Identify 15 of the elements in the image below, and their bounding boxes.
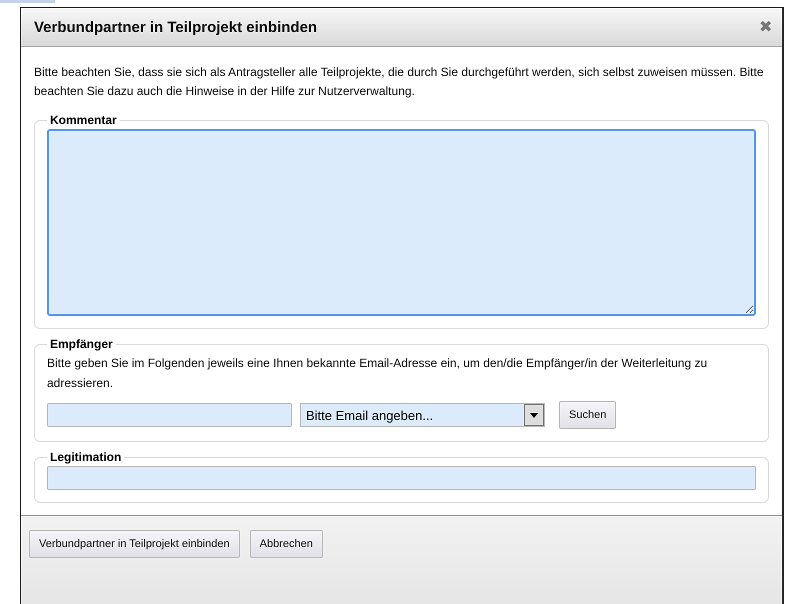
footer-button[interactable]: Verbundpartner in Teilprojekt einbinden [29, 530, 240, 558]
intro-text: Bitte beachten Sie, dass sie sich als Antragsteller alle Teilprojekte, die durch Sie durchgeführt werden, sich selbst zuweisen müssen. Bitte beachten Sie dazu auch die Hinweise in der Hilfe zur Nutzerverwaltung. [34, 64, 764, 100]
legitimation-field[interactable] [47, 466, 756, 490]
close-button[interactable]: ✖ [759, 17, 772, 37]
footer-button[interactable]: Abbrechen [250, 530, 323, 558]
group-legend: Legitimation [47, 450, 124, 464]
group-legend: Empfänger [47, 337, 116, 351]
group-legend: Kommentar [47, 113, 120, 127]
email-dropdown[interactable]: Bitte Email angeben... [300, 403, 545, 427]
dialog-title: Verbundpartner in Teilprojekt einbinden [34, 18, 318, 36]
search-button[interactable]: Suchen [559, 401, 616, 429]
caret-icon [524, 404, 544, 426]
recipient-hint: Bitte geben Sie im Folgenden jeweils eine Ihnen bekannte Email-Adresse ein, um den/die Empfänger/in der Weiterleitung zu adressieren. [47, 355, 708, 392]
comment-field[interactable] [47, 129, 756, 316]
email-field[interactable] [47, 403, 292, 427]
